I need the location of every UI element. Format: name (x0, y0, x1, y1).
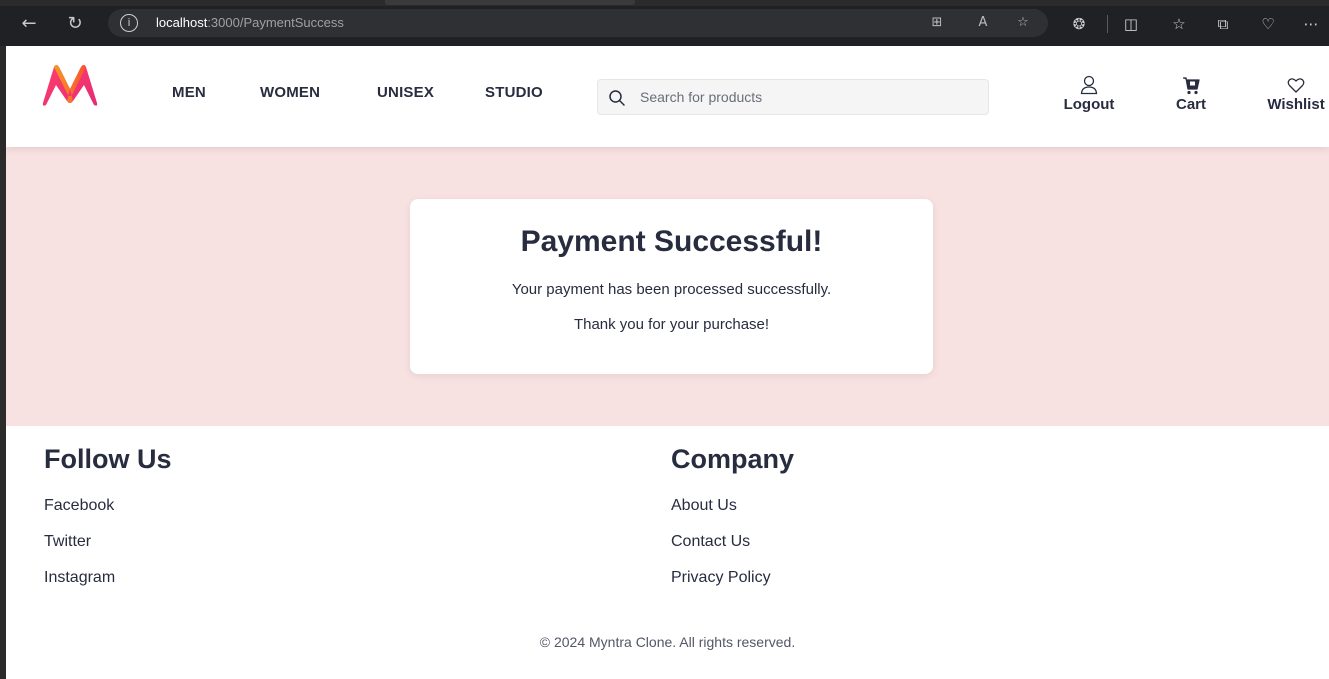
logout-label: Logout (1063, 96, 1115, 113)
split-screen-icon[interactable]: ◫ (1120, 13, 1142, 35)
extensions-icon[interactable]: ❂ (1068, 13, 1090, 35)
payment-success-section: Payment Successful! Your payment has bee… (6, 147, 1329, 426)
nav-unisex[interactable]: UNISEX (377, 84, 434, 101)
myntra-logo[interactable] (39, 63, 101, 107)
performance-icon[interactable]: ♡ (1257, 13, 1279, 35)
wishlist-button[interactable]: Wishlist (1264, 74, 1328, 113)
browser-toolbar: ← ↻ i localhost:3000/PaymentSuccess ⊞ A … (0, 0, 1329, 46)
search-bar[interactable] (597, 79, 989, 115)
footer-follow-us: Follow Us Facebook Twitter Instagram (44, 444, 172, 605)
logout-button[interactable]: Logout (1061, 74, 1117, 113)
search-icon[interactable] (608, 89, 626, 107)
company-heading: Company (671, 444, 795, 474)
browser-tab-strip (0, 0, 1329, 6)
site-footer: Follow Us Facebook Twitter Instagram Com… (6, 426, 1329, 679)
more-icon[interactable]: ⋯ (1300, 13, 1322, 35)
footer-link-contact-us[interactable]: Contact Us (671, 533, 794, 569)
read-aloud-icon[interactable]: A (974, 14, 992, 32)
browser-active-tab[interactable] (385, 0, 635, 5)
footer-company: Company About Us Contact Us Privacy Poli… (671, 444, 794, 605)
profile-icon (1080, 75, 1098, 95)
success-message: Your payment has been processed successf… (511, 281, 832, 298)
search-input[interactable] (640, 80, 980, 114)
toolbar-divider (1107, 15, 1108, 33)
follow-us-heading: Follow Us (44, 444, 172, 474)
site-header: MEN WOMEN UNISEX STUDIO Logout Cart Wish… (6, 46, 1329, 147)
nav-women[interactable]: WOMEN (260, 84, 320, 101)
copyright-text: © 2024 Myntra Clone. All rights reserved… (539, 634, 796, 650)
wishlist-label: Wishlist (1267, 96, 1325, 113)
cart-icon (1183, 77, 1200, 95)
footer-link-facebook[interactable]: Facebook (44, 497, 172, 533)
collections-icon[interactable]: ⧉ (1212, 13, 1234, 35)
footer-link-about-us[interactable]: About Us (671, 497, 794, 533)
cart-label: Cart (1175, 96, 1206, 113)
thank-you-message: Thank you for your purchase! (573, 316, 770, 333)
footer-link-instagram[interactable]: Instagram (44, 569, 172, 605)
url-path: :3000/PaymentSuccess (207, 15, 344, 30)
favorite-star-icon[interactable]: ☆ (1014, 14, 1032, 32)
address-bar[interactable]: i localhost:3000/PaymentSuccess ⊞ A ☆ (108, 9, 1048, 37)
refresh-icon[interactable]: ↻ (64, 13, 86, 35)
success-title: Payment Successful! (520, 225, 823, 258)
success-card: Payment Successful! Your payment has bee… (410, 199, 933, 374)
address-url[interactable]: localhost:3000/PaymentSuccess (156, 15, 344, 30)
info-icon[interactable]: i (120, 14, 138, 32)
cart-button[interactable]: Cart (1170, 74, 1212, 113)
nav-studio[interactable]: STUDIO (485, 84, 543, 101)
back-icon[interactable]: ← (18, 13, 40, 35)
favorites-icon[interactable]: ☆ (1168, 13, 1190, 35)
nav-men[interactable]: MEN (172, 84, 206, 101)
footer-link-privacy-policy[interactable]: Privacy Policy (671, 569, 794, 605)
heart-icon (1287, 78, 1305, 93)
grid-icon[interactable]: ⊞ (928, 14, 946, 32)
url-host: localhost (156, 15, 208, 30)
footer-link-twitter[interactable]: Twitter (44, 533, 172, 569)
